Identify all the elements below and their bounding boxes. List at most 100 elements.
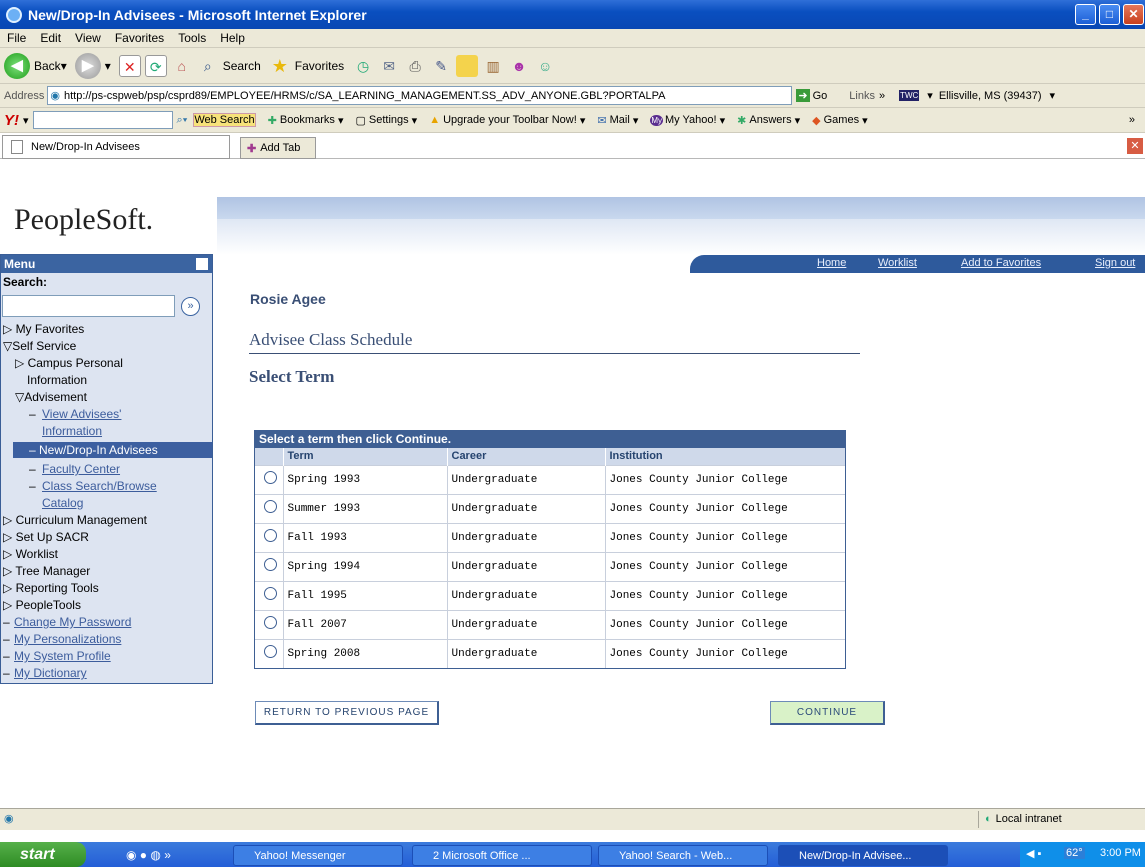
location-dropdown-icon[interactable]: ▾	[1050, 89, 1056, 102]
menu-item-class-search[interactable]: Class Search/Browse	[42, 479, 157, 493]
messenger-icon[interactable]: ☻	[508, 55, 530, 77]
menu-item-faculty-center[interactable]: Faculty Center	[42, 462, 120, 476]
chevron-down-icon[interactable]: ▾	[927, 89, 933, 102]
weather-location[interactable]: Ellisville, MS (39437)	[939, 90, 1042, 102]
menu-view[interactable]: View	[68, 31, 108, 45]
return-to-previous-page-button[interactable]: Return To Previous Page	[255, 701, 439, 725]
table-row[interactable]: Spring 1994 Undergraduate Jones County J…	[255, 551, 845, 581]
yahoo-search-input[interactable]	[32, 111, 173, 129]
menu-item-self-service[interactable]: ▽Self Service	[3, 339, 76, 353]
menu-favorites[interactable]: Favorites	[108, 31, 171, 45]
home-icon[interactable]: ⌂	[171, 55, 193, 77]
toolbar-more-icon[interactable]: »	[1129, 114, 1135, 126]
contacts-icon[interactable]: ☺	[534, 55, 556, 77]
games-button[interactable]: ◆ Games ▾	[812, 114, 868, 127]
table-row[interactable]: Spring 1993 Undergraduate Jones County J…	[255, 464, 845, 494]
refresh-icon[interactable]: ⟳	[144, 54, 167, 77]
links-label[interactable]: Links	[849, 90, 875, 102]
add-tab-button[interactable]: ✚ Add Tab	[240, 137, 316, 159]
add-to-favorites-link[interactable]: Add to Favorites	[961, 257, 1041, 269]
maximize-button[interactable]: □	[1099, 4, 1120, 25]
menu-tools[interactable]: Tools	[171, 31, 213, 45]
quick-launch-icons[interactable]: ◉ ● ◍ »	[126, 848, 171, 862]
edit-icon[interactable]: ✎	[430, 55, 452, 77]
clock[interactable]: 3:00 PM	[1100, 847, 1141, 859]
menu-item-worklist[interactable]: ▷ Worklist	[3, 547, 58, 561]
close-window-button[interactable]: ✕	[1123, 4, 1144, 25]
menu-item-my-dictionary[interactable]: My Dictionary	[14, 666, 87, 680]
close-tab-icon[interactable]: ✕	[1127, 138, 1143, 154]
mail-button[interactable]: ✉ Mail ▾	[597, 114, 638, 127]
web-search-button[interactable]: Web Search	[193, 113, 256, 127]
collapse-menu-icon[interactable]	[196, 258, 208, 270]
term-radio[interactable]	[264, 587, 278, 600]
menu-search-input[interactable]	[2, 295, 175, 317]
start-button[interactable]: start	[0, 842, 86, 867]
term-radio[interactable]	[264, 471, 278, 484]
menu-item-class-search-2[interactable]: Catalog	[42, 496, 83, 510]
yahoo-logo-icon[interactable]: Y!	[4, 112, 19, 129]
menu-edit[interactable]: Edit	[33, 31, 68, 45]
task-new-drop-in-advisees[interactable]: New/Drop-In Advisee...	[778, 845, 948, 866]
stop-icon[interactable]: ✕	[118, 54, 141, 77]
address-input[interactable]: ◉ http://ps-cspweb/psp/csprd89/EMPLOYEE/…	[47, 86, 793, 105]
temperature[interactable]: 62°	[1064, 847, 1085, 859]
upgrade-toolbar-button[interactable]: ▲ Upgrade your Toolbar Now! ▾	[429, 114, 585, 127]
menu-item-view-advisees-2[interactable]: Information	[42, 424, 102, 438]
menu-item-set-up-sacr[interactable]: ▷ Set Up SACR	[3, 530, 89, 544]
search-glass-icon[interactable]: ⌕▾	[177, 114, 188, 127]
home-link[interactable]: Home	[817, 257, 846, 269]
minimize-button[interactable]: _	[1075, 4, 1096, 25]
menu-file[interactable]: File	[0, 31, 33, 45]
continue-button[interactable]: Continue	[770, 701, 885, 725]
menu-help[interactable]: Help	[213, 31, 252, 45]
term-radio[interactable]	[264, 645, 278, 659]
task-yahoo-messenger[interactable]: Yahoo! Messenger	[233, 845, 403, 866]
settings-button[interactable]: ▢ Settings ▾	[355, 114, 417, 127]
mail-icon[interactable]: ✉	[378, 55, 400, 77]
favorites-button[interactable]: ★ Favorites	[269, 55, 344, 77]
sign-out-link[interactable]: Sign out	[1095, 257, 1135, 269]
answers-button[interactable]: ✱ Answers ▾	[737, 114, 800, 127]
tab-new-drop-in-advisees[interactable]: New/Drop-In Advisees	[2, 135, 230, 159]
menu-item-curriculum-management[interactable]: ▷ Curriculum Management	[3, 513, 147, 527]
menu-item-change-password[interactable]: Change My Password	[14, 615, 131, 629]
term-radio[interactable]	[264, 558, 278, 571]
menu-item-my-favorites[interactable]: ▷ My Favorites	[3, 322, 84, 336]
term-radio[interactable]	[264, 500, 278, 513]
table-row[interactable]: Fall 2007 Undergraduate Jones County Jun…	[255, 609, 845, 639]
term-radio[interactable]	[264, 616, 278, 629]
search-button[interactable]: ⌕ Search	[197, 55, 261, 77]
table-row[interactable]: Spring 2008 Undergraduate Jones County J…	[255, 638, 845, 668]
menu-item-my-personalizations[interactable]: My Personalizations	[14, 632, 121, 646]
table-row[interactable]: Fall 1993 Undergraduate Jones County Jun…	[255, 522, 845, 552]
table-row[interactable]: Summer 1993 Undergraduate Jones County J…	[255, 493, 845, 523]
menu-item-advisement[interactable]: ▽Advisement	[15, 390, 87, 404]
history-icon[interactable]: ◷	[352, 55, 374, 77]
worklist-link[interactable]: Worklist	[878, 257, 917, 269]
menu-item-my-system-profile[interactable]: My System Profile	[14, 649, 111, 663]
go-button[interactable]: Go	[813, 90, 828, 102]
table-row[interactable]: Fall 1995 Undergraduate Jones County Jun…	[255, 580, 845, 610]
chevron-right-icon[interactable]: »	[879, 90, 885, 102]
menu-item-tree-manager[interactable]: ▷ Tree Manager	[3, 564, 90, 578]
my-yahoo-button[interactable]: My My Yahoo! ▾	[650, 114, 725, 127]
yahoo-dropdown-icon[interactable]: ▾	[23, 114, 29, 127]
menu-item-peopletools[interactable]: ▷ PeopleTools	[3, 598, 81, 612]
print-icon[interactable]: ⎙	[404, 55, 426, 77]
menu-item-view-advisees[interactable]: View Advisees'	[42, 407, 121, 421]
task-microsoft-office[interactable]: 2 Microsoft Office ...	[412, 845, 592, 866]
menu-item-campus-personal-information-2[interactable]: Information	[27, 373, 87, 387]
tray-icons[interactable]: ◀ ▪	[1026, 847, 1041, 860]
forward-button[interactable]: ▶ ▾	[74, 52, 111, 79]
bookmarks-button[interactable]: ✚ Bookmarks ▾	[268, 114, 344, 127]
menu-item-reporting-tools[interactable]: ▷ Reporting Tools	[3, 581, 99, 595]
menu-item-new-drop-in-advisees[interactable]: – New/Drop-In Advisees	[29, 443, 158, 457]
back-button[interactable]: ◀ Back ▾	[4, 52, 67, 79]
term-radio[interactable]	[264, 529, 278, 542]
task-yahoo-search[interactable]: Yahoo! Search - Web...	[598, 845, 768, 866]
discuss-icon[interactable]	[456, 54, 479, 77]
menu-item-campus-personal-information[interactable]: ▷ Campus Personal	[15, 356, 123, 370]
go-arrow-icon[interactable]: ➜	[796, 89, 810, 102]
menu-search-go-icon[interactable]: »	[181, 297, 200, 316]
